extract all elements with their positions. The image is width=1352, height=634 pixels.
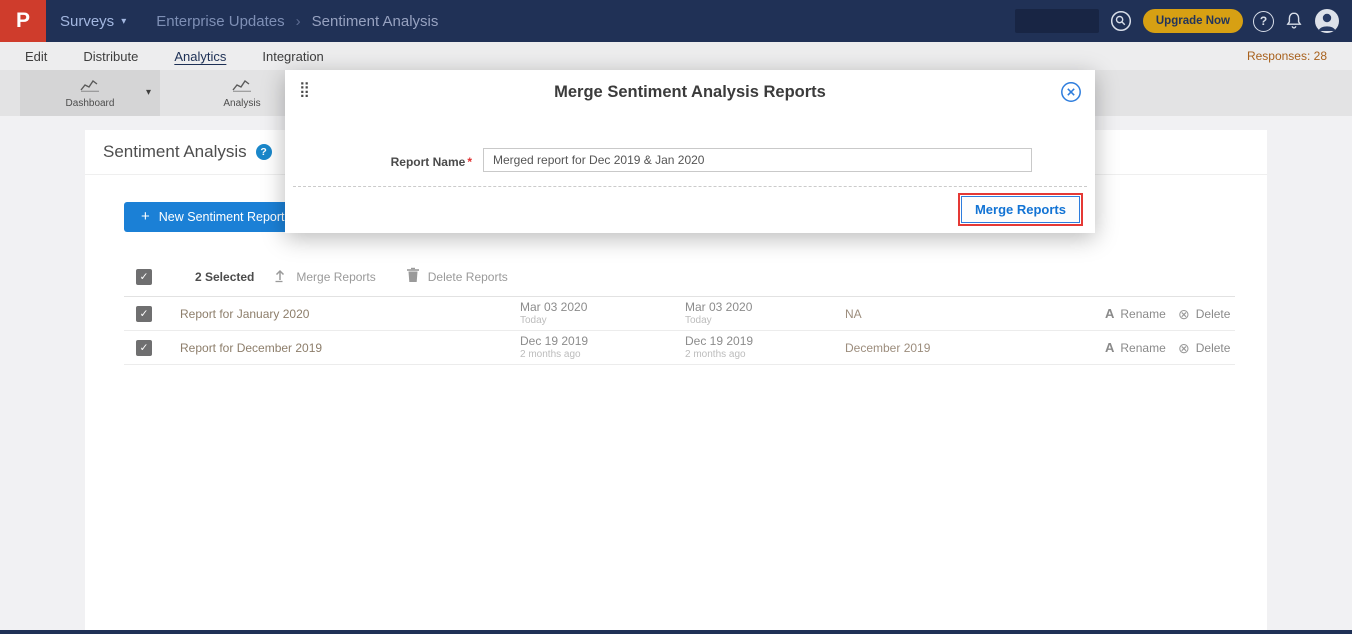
merge-icon [272, 267, 288, 286]
required-marker: * [467, 155, 472, 169]
created-date: Dec 19 2019 2 months ago [520, 334, 685, 362]
row-checkbox[interactable]: ✓ [136, 340, 152, 356]
toolbar-dashboard-label: Dashboard [66, 98, 115, 109]
created-date: Mar 03 2020 Today [520, 300, 685, 328]
nav-tab-edit[interactable]: Edit [25, 49, 47, 64]
survey-sub-nav: Edit Distribute Analytics Integration Re… [0, 42, 1352, 70]
breadcrumb-parent[interactable]: Enterprise Updates [156, 13, 284, 30]
delete-circle-x-icon: ⊗ [1178, 341, 1190, 355]
page-help-icon[interactable]: ? [256, 144, 272, 160]
report-name-label: Report Name* [285, 155, 472, 169]
table-row: ✓ Report for December 2019 Dec 19 2019 2… [124, 331, 1235, 365]
page-title: Sentiment Analysis [103, 142, 247, 162]
chevron-right-icon: › [296, 13, 301, 30]
caret-down-icon: ▾ [121, 16, 126, 27]
topbar-actions: Upgrade Now ? [1015, 8, 1352, 34]
toolbar-analysis-label: Analysis [223, 98, 260, 109]
rename-button[interactable]: A Rename [1105, 341, 1178, 355]
selected-count: 2 Selected [195, 270, 254, 284]
trash-icon [406, 267, 420, 286]
breadcrumb-current: Sentiment Analysis [312, 13, 439, 30]
delete-action-label: Delete Reports [428, 270, 508, 284]
merge-reports-button[interactable]: Merge Reports [961, 196, 1080, 223]
delete-button[interactable]: ⊗ Delete [1178, 341, 1230, 355]
app-logo[interactable]: P [0, 0, 46, 42]
date-relative: Today [520, 315, 685, 328]
modal-title: Merge Sentiment Analysis Reports [285, 83, 1095, 102]
rename-icon: A [1105, 341, 1114, 354]
modified-date: Dec 19 2019 2 months ago [685, 334, 845, 362]
responses-count: Responses: 28 [1247, 49, 1327, 63]
rename-label: Rename [1120, 341, 1165, 355]
chart-icon [80, 78, 100, 95]
date-value: Mar 03 2020 [520, 300, 685, 315]
merge-reports-action[interactable]: Merge Reports [272, 267, 375, 286]
new-report-label: New Sentiment Report [159, 210, 285, 224]
date-value: Mar 03 2020 [685, 300, 845, 315]
dashed-divider [293, 186, 1087, 187]
reports-table: ✓ 2 Selected Merge Reports Delete Report… [124, 257, 1235, 365]
plus-icon: + [141, 212, 150, 222]
delete-label: Delete [1196, 341, 1231, 355]
delete-reports-action[interactable]: Delete Reports [406, 267, 508, 286]
nav-tab-distribute[interactable]: Distribute [83, 49, 138, 64]
table-row: ✓ Report for January 2020 Mar 03 2020 To… [124, 297, 1235, 331]
check-icon: ✓ [140, 308, 149, 320]
nav-tab-analytics[interactable]: Analytics [174, 49, 226, 64]
click-highlight-box: Merge Reports [958, 193, 1083, 226]
delete-button[interactable]: ⊗ Delete [1178, 307, 1230, 321]
date-value: Dec 19 2019 [520, 334, 685, 349]
check-icon: ✓ [140, 342, 149, 354]
rename-icon: A [1105, 307, 1114, 320]
chart-icon [232, 78, 252, 95]
select-all-checkbox[interactable]: ✓ [136, 269, 152, 285]
merge-action-label: Merge Reports [296, 270, 375, 284]
merge-reports-modal: ⣿ Merge Sentiment Analysis Reports Repor… [285, 70, 1095, 233]
search-input[interactable] [1015, 9, 1099, 33]
help-icon[interactable]: ? [1253, 11, 1274, 32]
rename-label: Rename [1120, 307, 1165, 321]
row-checkbox[interactable]: ✓ [136, 306, 152, 322]
field-label: Report Name [391, 155, 466, 169]
caret-down-icon[interactable]: ▾ [146, 87, 151, 98]
help-glyph: ? [260, 146, 266, 158]
date-relative: Today [685, 315, 845, 328]
product-label: Surveys [60, 13, 114, 30]
delete-label: Delete [1196, 307, 1231, 321]
upgrade-now-button[interactable]: Upgrade Now [1143, 9, 1243, 33]
report-period: December 2019 [845, 341, 1105, 355]
bulk-actions-bar: ✓ 2 Selected Merge Reports Delete Report… [124, 257, 1235, 297]
product-switcher[interactable]: Surveys ▾ [60, 13, 126, 30]
delete-circle-x-icon: ⊗ [1178, 307, 1190, 321]
top-bar: P Surveys ▾ Enterprise Updates › Sentime… [0, 0, 1352, 42]
new-sentiment-report-button[interactable]: + New Sentiment Report [124, 202, 302, 232]
date-value: Dec 19 2019 [685, 334, 845, 349]
bottom-bar [0, 630, 1352, 634]
rename-button[interactable]: A Rename [1105, 307, 1178, 321]
nav-tab-integration[interactable]: Integration [262, 49, 323, 64]
user-avatar[interactable] [1314, 8, 1340, 34]
date-relative: 2 months ago [685, 349, 845, 362]
report-name-link[interactable]: Report for December 2019 [180, 341, 520, 355]
date-relative: 2 months ago [520, 349, 685, 362]
report-period: NA [845, 307, 1105, 321]
logo-letter: P [16, 9, 30, 33]
check-icon: ✓ [140, 271, 149, 283]
modal-close-icon[interactable] [1060, 81, 1082, 108]
modified-date: Mar 03 2020 Today [685, 300, 845, 328]
breadcrumb: Enterprise Updates › Sentiment Analysis [156, 13, 438, 30]
report-name-input[interactable] [483, 148, 1032, 172]
report-name-link[interactable]: Report for January 2020 [180, 307, 520, 321]
search-icon[interactable] [1109, 9, 1133, 33]
notifications-bell-icon[interactable] [1284, 11, 1304, 31]
toolbar-item-dashboard[interactable]: Dashboard ▾ [20, 70, 160, 116]
help-glyph: ? [1260, 14, 1267, 28]
